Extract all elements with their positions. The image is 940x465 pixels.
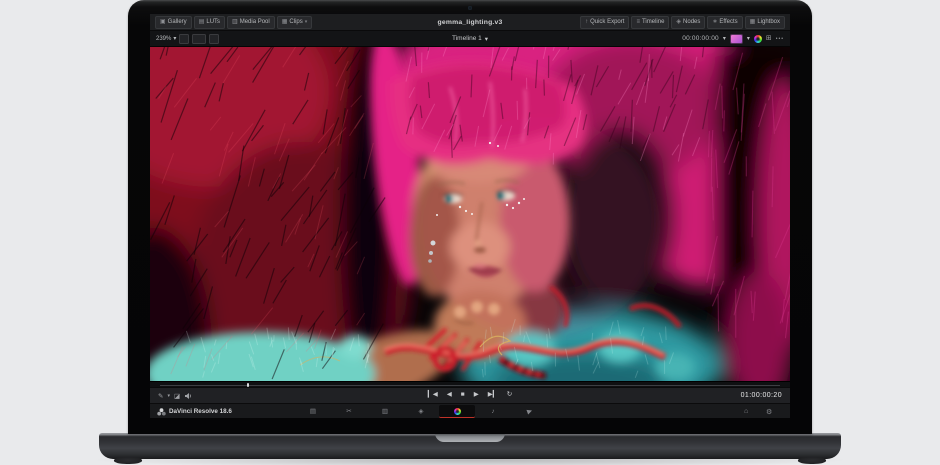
play-button[interactable]: ▶ (474, 392, 479, 399)
home-button[interactable]: ⌂ (744, 404, 748, 419)
luts-icon: ▤ (199, 19, 205, 25)
clips-button[interactable]: ▦ Clips ▾ (277, 16, 313, 29)
step-back-button[interactable]: ◀ (447, 392, 452, 399)
timeline-icon: ≡ (636, 19, 640, 25)
chevron-down-icon: ▾ (723, 35, 726, 42)
laptop-base (99, 433, 841, 459)
skip-to-end-button[interactable]: ▶▎ (488, 392, 498, 399)
fairlight-page-icon: ♪ (491, 408, 494, 415)
toolbar-left-group: ▣ Gallery ▤ LUTs ▥ Media Pool ▦ Clips ▾ (155, 16, 312, 29)
davinci-resolve-window: ▣ Gallery ▤ LUTs ▥ Media Pool ▦ Clips ▾ … (150, 14, 790, 418)
scrub-track[interactable] (160, 385, 780, 386)
viewer-toggle-1[interactable] (179, 34, 189, 44)
image-wipe-icon[interactable]: ◪ (174, 392, 180, 400)
effects-button[interactable]: ∗ Effects (707, 16, 742, 29)
lid-scoop (435, 433, 505, 442)
viewer-header: 239% ▾ Timeline 1 ▾ 00:00:00:00 ▾ ▾ ⊞ ••… (150, 31, 790, 47)
laptop-foot-right (798, 457, 826, 464)
quick-export-button[interactable]: ↑ Quick Export (580, 16, 629, 29)
gear-icon: ⚙ (766, 408, 772, 416)
gallery-still-icon[interactable] (730, 34, 743, 44)
webcam-icon (468, 6, 472, 10)
viewer-toggle-2[interactable] (192, 34, 206, 44)
gallery-label: Gallery (168, 19, 187, 25)
toolbar-right-group: ↑ Quick Export ≡ Timeline ◈ Nodes ∗ Effe… (580, 16, 785, 29)
timeline-selector-label: Timeline 1 (452, 35, 482, 42)
chevron-down-icon: ▾ (173, 35, 176, 42)
lightbox-button[interactable]: ▦ Lightbox (745, 16, 785, 29)
expand-grid-icon[interactable]: ⊞ (766, 35, 772, 42)
nodes-label: Nodes (683, 19, 700, 25)
color-wheel-icon[interactable] (754, 35, 762, 43)
tab-cut[interactable]: ✂ (331, 405, 367, 417)
nodes-button[interactable]: ◈ Nodes (671, 16, 705, 29)
tab-edit[interactable]: ▥ (367, 405, 403, 417)
source-timecode[interactable]: 00:00:00:00 (682, 35, 719, 42)
edit-page-icon: ▥ (382, 407, 388, 415)
transport-bar: ✎ ▾ ◪ ▎◀ ◀ ■ ▶ ▶▎ ↻ 01:00:00:20 (150, 387, 790, 403)
lightbox-icon: ▦ (750, 19, 756, 25)
settings-button[interactable]: ⚙ (766, 404, 772, 419)
viewer-zoom-select[interactable]: 239% ▾ (156, 35, 176, 42)
media-pool-button[interactable]: ▥ Media Pool (227, 16, 275, 29)
effects-label: Effects (719, 19, 737, 25)
clips-label: Clips (289, 19, 302, 25)
viewer-zoom-value: 239% (156, 36, 171, 42)
tab-media[interactable]: ▤ (295, 405, 331, 417)
timeline-timecode: 01:00:00:20 (741, 392, 782, 399)
timeline-label: Timeline (642, 19, 664, 25)
davinci-resolve-logo (157, 408, 166, 416)
page-tabs: ▤ ✂ ▥ ◈ ♪ ▶ (295, 405, 547, 418)
quick-export-icon: ↑ (585, 19, 588, 25)
viewer-toggle-3[interactable] (209, 34, 219, 44)
chevron-down-icon: ▾ (167, 393, 170, 399)
chevron-down-icon: ▾ (485, 35, 488, 43)
clips-icon: ▦ (282, 19, 288, 25)
tab-fusion[interactable]: ◈ (403, 405, 439, 417)
onscreen-controls-icon[interactable]: ✎ (158, 392, 163, 400)
viewer-image[interactable] (150, 47, 790, 381)
stage: ▣ Gallery ▤ LUTs ▥ Media Pool ▦ Clips ▾ … (0, 0, 940, 465)
media-page-icon: ▤ (310, 407, 316, 415)
tab-deliver[interactable]: ▶ (511, 405, 547, 417)
cut-page-icon: ✂ (346, 407, 351, 415)
chevron-down-icon: ▾ (305, 19, 308, 25)
laptop-foot-left (114, 457, 142, 464)
timeline-button[interactable]: ≡ Timeline (631, 16, 669, 29)
media-pool-icon: ▥ (232, 19, 238, 25)
media-pool-label: Media Pool (240, 19, 270, 25)
lightbox-label: Lightbox (757, 19, 780, 25)
quick-export-label: Quick Export (590, 19, 624, 25)
gallery-icon: ▣ (160, 19, 166, 25)
loop-button[interactable]: ↻ (507, 392, 512, 399)
luts-button[interactable]: ▤ LUTs (194, 16, 225, 29)
tab-fairlight[interactable]: ♪ (475, 405, 511, 417)
gallery-button[interactable]: ▣ Gallery (155, 16, 192, 29)
skip-to-start-button[interactable]: ▎◀ (428, 392, 438, 399)
audio-mute-icon[interactable] (184, 392, 192, 400)
timeline-selector[interactable]: Timeline 1 ▾ (452, 35, 488, 43)
chevron-down-icon: ▾ (747, 35, 750, 42)
top-toolbar: ▣ Gallery ▤ LUTs ▥ Media Pool ▦ Clips ▾ … (150, 14, 790, 31)
fusion-page-icon: ◈ (419, 407, 424, 415)
nodes-icon: ◈ (676, 19, 681, 25)
tab-color[interactable] (439, 405, 475, 418)
project-title: gemma_lighting.v3 (438, 19, 503, 26)
stop-button[interactable]: ■ (461, 392, 465, 399)
effects-icon: ∗ (712, 19, 717, 25)
page-bar: DaVinci Resolve 18.6 ▤ ✂ ▥ ◈ (150, 403, 790, 418)
deliver-page-icon: ▶ (525, 406, 532, 415)
luts-label: LUTs (206, 19, 220, 25)
home-icon: ⌂ (744, 408, 748, 415)
color-page-icon (454, 408, 461, 415)
options-ellipsis-icon[interactable]: ••• (776, 36, 784, 42)
app-version-label: DaVinci Resolve 18.6 (169, 408, 232, 415)
